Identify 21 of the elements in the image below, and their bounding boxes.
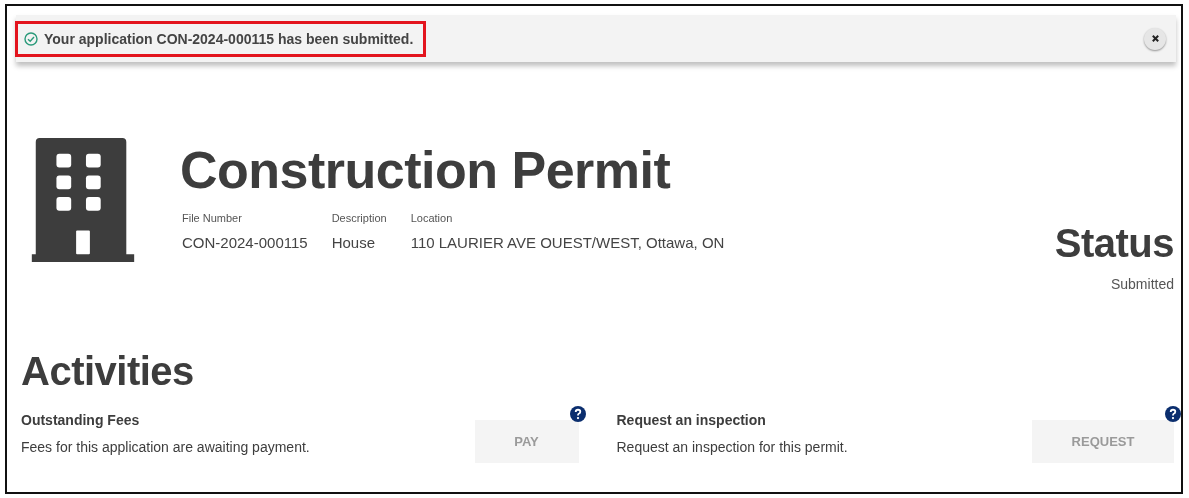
field-label: File Number	[182, 212, 243, 224]
activity-description: Fees for this application are awaiting payment.	[21, 439, 310, 455]
field-label: Description	[331, 212, 387, 224]
status-heading: Status	[1054, 220, 1174, 266]
field-label: Location	[410, 212, 454, 224]
close-icon	[1150, 34, 1160, 43]
check-circle-icon	[24, 31, 38, 46]
help-icon[interactable]	[1165, 406, 1181, 422]
notification-message: Your application CON-2024-000115 has been submitted.	[44, 30, 414, 47]
activity-description: Request an inspection for this permit.	[616, 439, 848, 455]
field-value: 110 LAURIER AVE OUEST/WEST, Ottawa, ON	[410, 234, 725, 251]
building-icon	[29, 138, 137, 262]
field-value: CON-2024-000115	[182, 234, 308, 251]
activities-heading: Activities	[21, 348, 195, 394]
field-value: House	[331, 234, 376, 251]
activity-title: Outstanding Fees	[21, 412, 141, 428]
permit-title: Construction Permit	[180, 140, 672, 200]
status-value: Submitted	[1109, 276, 1174, 292]
help-icon[interactable]	[569, 406, 586, 422]
activity-title: Request an inspection	[616, 412, 767, 428]
close-button[interactable]	[1144, 27, 1166, 50]
